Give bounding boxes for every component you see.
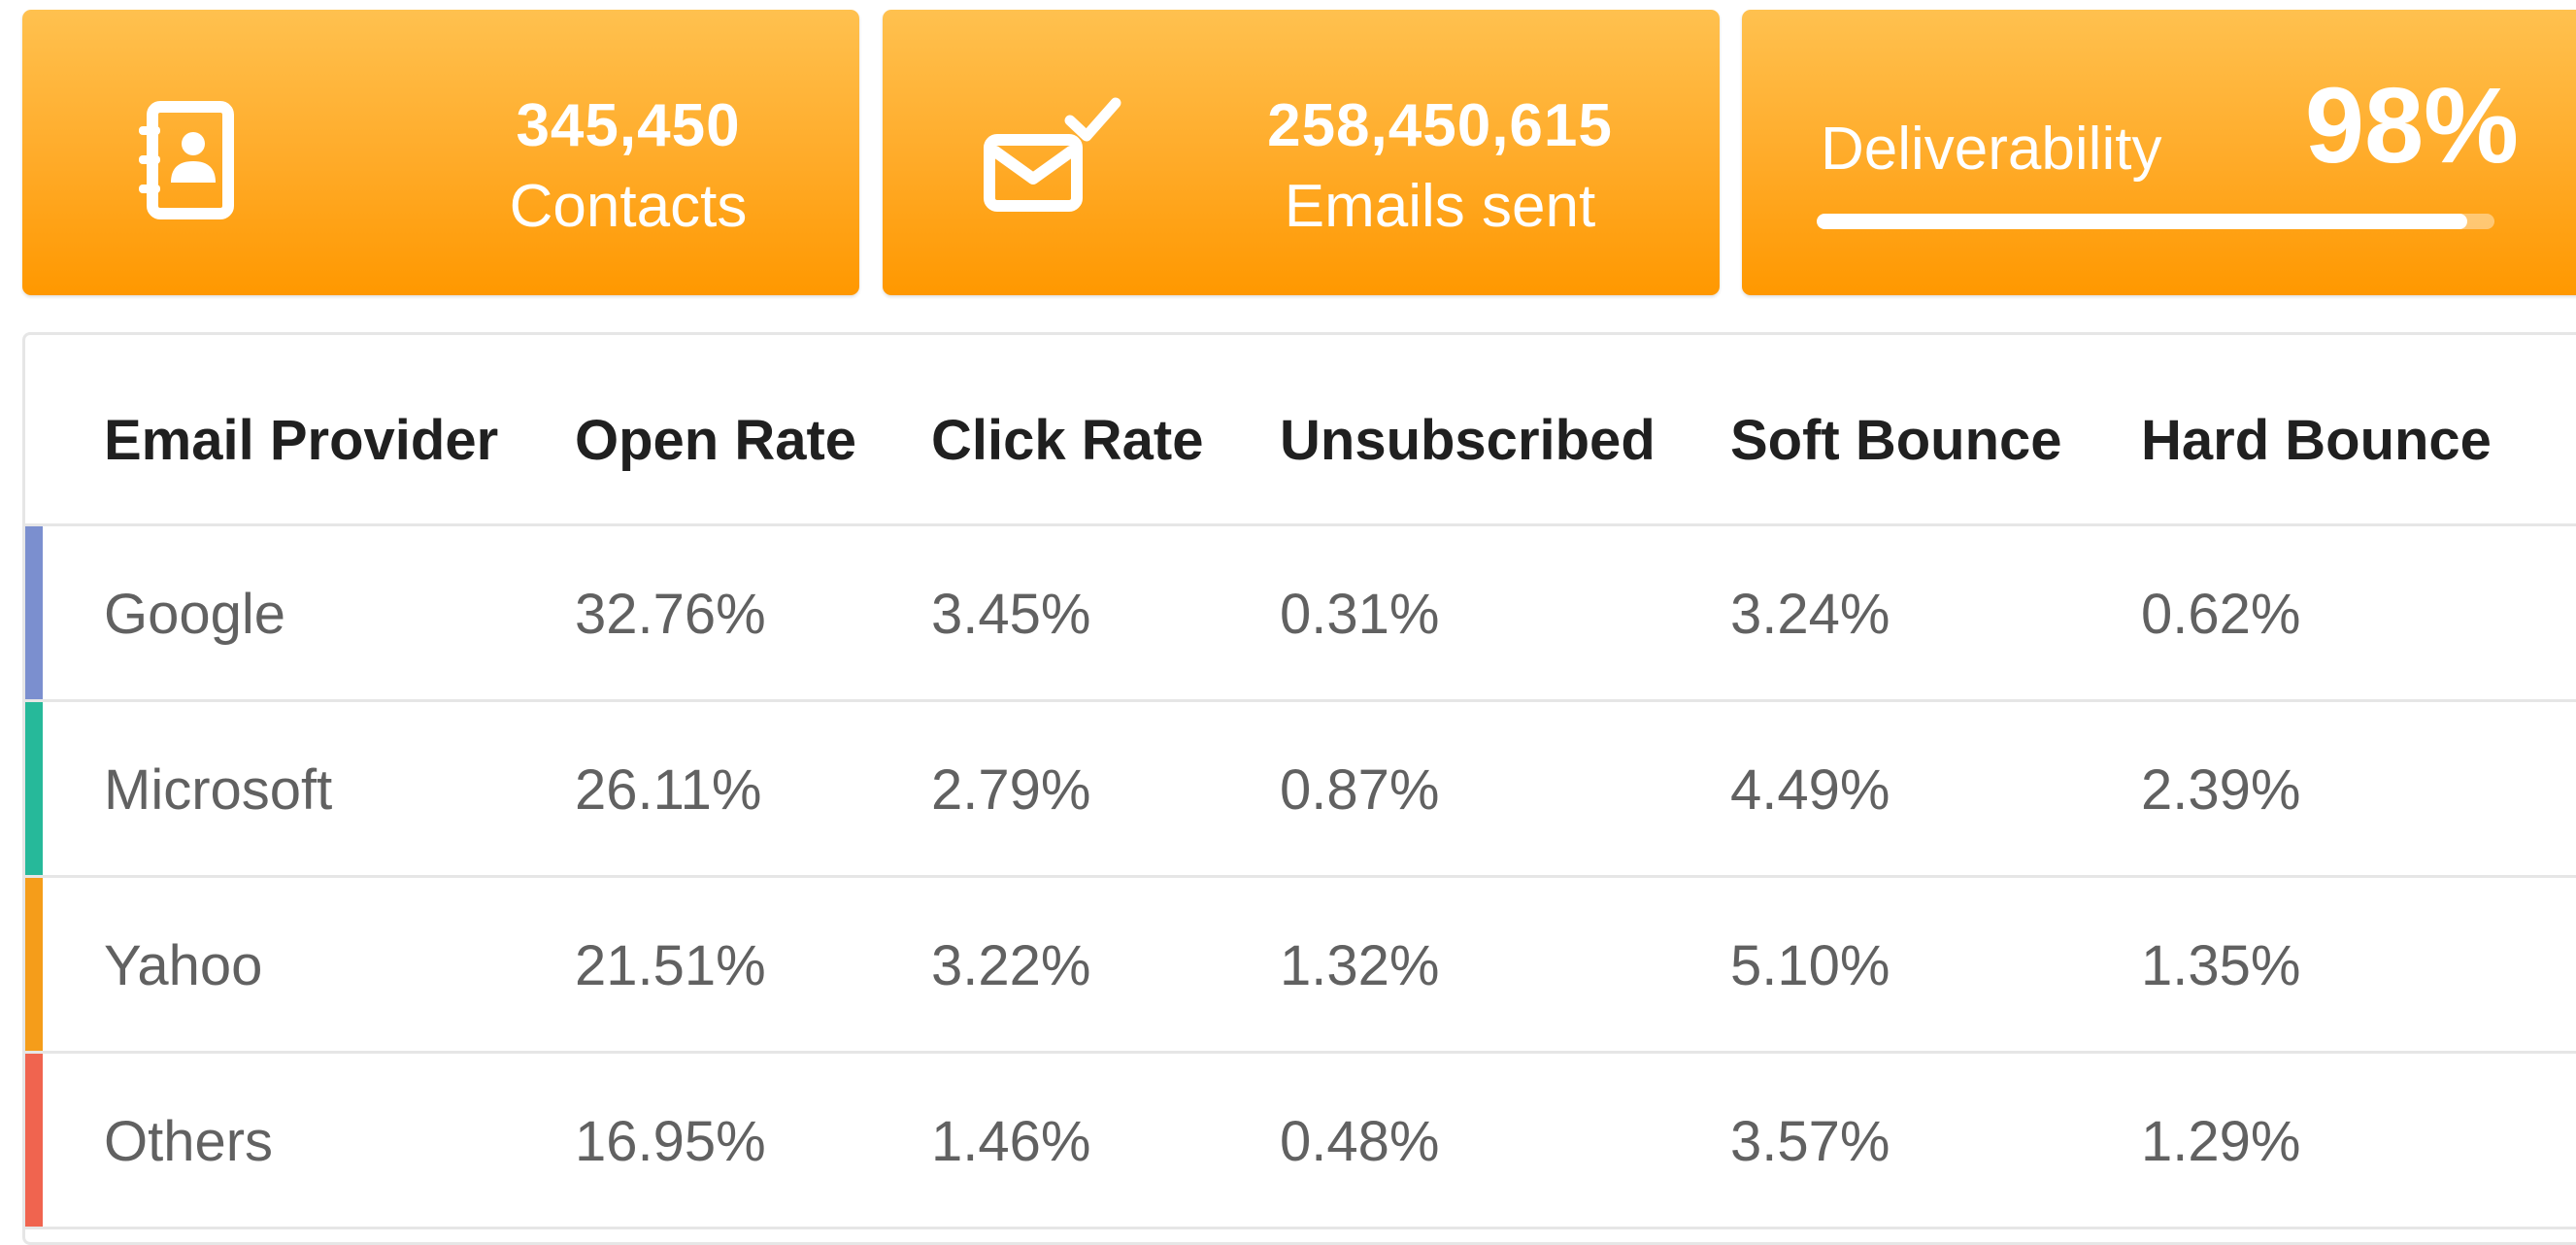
- emails-sent-count: 258,450,615: [1267, 92, 1613, 159]
- table-row[interactable]: Microsoft 26.11% 2.79% 0.87% 4.49% 2.39%: [25, 702, 2576, 878]
- cell-click-rate: 1.46%: [931, 1110, 1091, 1173]
- cell-soft-bounce: 5.10%: [1730, 934, 1890, 997]
- cell-open-rate: 16.95%: [575, 1110, 766, 1173]
- table-row[interactable]: Others 16.95% 1.46% 0.48% 3.57% 1.29%: [25, 1054, 2576, 1229]
- header-open-rate[interactable]: Open Rate: [575, 407, 856, 475]
- address-book-icon: [139, 101, 234, 219]
- table-row[interactable]: Google 32.76% 3.45% 0.31% 3.24% 0.62%: [25, 526, 2576, 702]
- contacts-count: 345,450: [516, 92, 741, 159]
- table-header-row: Email Provider Open Rate Click Rate Unsu…: [25, 335, 2576, 526]
- deliverability-stat-card: Deliverability 98%: [1742, 10, 2576, 295]
- email-provider-stats-table: Email Provider Open Rate Click Rate Unsu…: [22, 332, 2576, 1245]
- cell-unsubscribed: 0.48%: [1280, 1110, 1440, 1173]
- cell-provider: Microsoft: [104, 758, 333, 822]
- header-unsubscribed[interactable]: Unsubscribed: [1280, 407, 1656, 475]
- cell-soft-bounce: 3.57%: [1730, 1110, 1890, 1173]
- emails-sent-label: Emails sent: [1284, 173, 1596, 240]
- header-soft-bounce[interactable]: Soft Bounce: [1730, 407, 2062, 475]
- cell-click-rate: 2.79%: [931, 758, 1091, 822]
- cell-soft-bounce: 4.49%: [1730, 758, 1890, 822]
- cell-soft-bounce: 3.24%: [1730, 583, 1890, 646]
- cell-hard-bounce: 1.29%: [2141, 1110, 2301, 1173]
- header-email-provider[interactable]: Email Provider: [104, 407, 498, 475]
- cell-provider: Google: [104, 583, 286, 646]
- cell-hard-bounce: 1.35%: [2141, 934, 2301, 997]
- row-color-marker: [25, 526, 43, 699]
- cell-unsubscribed: 1.32%: [1280, 934, 1440, 997]
- cell-provider: Yahoo: [104, 934, 263, 997]
- cell-hard-bounce: 0.62%: [2141, 583, 2301, 646]
- email-sent-check-icon: [984, 97, 1121, 212]
- cell-open-rate: 21.51%: [575, 934, 766, 997]
- header-hard-bounce[interactable]: Hard Bounce: [2141, 407, 2492, 475]
- emails-sent-stat: 258,450,615 Emails sent: [1246, 87, 1634, 249]
- emails-sent-stat-card: 258,450,615 Emails sent: [883, 10, 1720, 295]
- cell-click-rate: 3.45%: [931, 583, 1091, 646]
- row-color-marker: [25, 702, 43, 875]
- cell-click-rate: 3.22%: [931, 934, 1091, 997]
- cell-hard-bounce: 2.39%: [2141, 758, 2301, 822]
- deliverability-progress-fill: [1817, 214, 2468, 229]
- header-click-rate[interactable]: Click Rate: [931, 407, 1203, 475]
- row-color-marker: [25, 878, 43, 1051]
- cell-unsubscribed: 0.87%: [1280, 758, 1440, 822]
- deliverability-value: 98%: [2304, 66, 2519, 185]
- cell-provider: Others: [104, 1110, 274, 1173]
- cell-open-rate: 26.11%: [575, 758, 762, 822]
- row-color-marker: [25, 1054, 43, 1227]
- contacts-stat-card: 345,450 Contacts: [22, 10, 859, 295]
- deliverability-label: Deliverability: [1821, 116, 2162, 183]
- contacts-label: Contacts: [509, 173, 748, 240]
- cell-unsubscribed: 0.31%: [1280, 583, 1440, 646]
- contacts-stat: 345,450 Contacts: [483, 87, 774, 249]
- table-row[interactable]: Yahoo 21.51% 3.22% 1.32% 5.10% 1.35%: [25, 878, 2576, 1054]
- cell-open-rate: 32.76%: [575, 583, 766, 646]
- deliverability-progress-bar: [1817, 214, 2494, 229]
